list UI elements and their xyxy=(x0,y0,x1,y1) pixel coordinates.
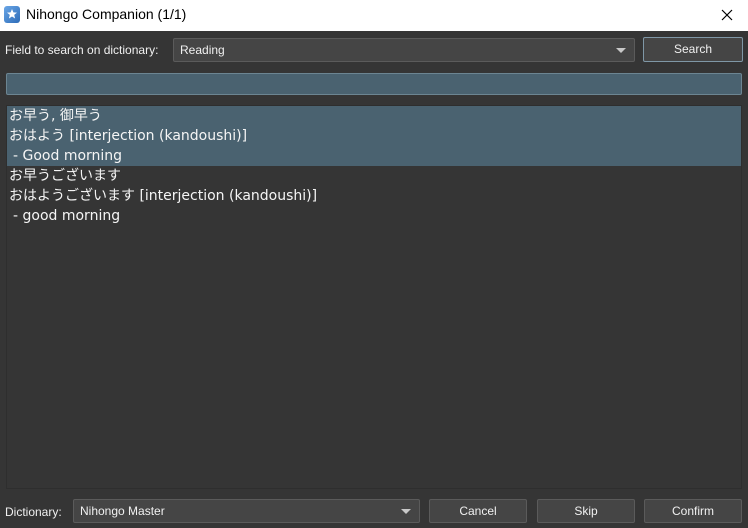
close-button[interactable] xyxy=(706,0,748,31)
search-input[interactable] xyxy=(6,73,742,95)
list-item[interactable]: お早うございますおはようございます [interjection (kandous… xyxy=(7,166,741,226)
window-title: Nihongo Companion (1/1) xyxy=(26,6,187,22)
result-meaning: - Good morning xyxy=(13,148,123,164)
result-kanji: お早う, 御早う xyxy=(9,108,102,124)
title-bar: Nihongo Companion (1/1) xyxy=(0,0,748,31)
chevron-down-icon xyxy=(401,509,411,514)
result-reading: おはようございます [interjection (kandoushi)] xyxy=(9,188,318,204)
app-icon xyxy=(4,6,20,23)
cancel-button[interactable]: Cancel xyxy=(429,499,527,523)
results-list[interactable]: お早う, 御早う おはよう [interjection (kandoushi)] … xyxy=(6,105,742,489)
result-reading: おはよう [interjection (kandoushi)] xyxy=(9,128,248,144)
search-button[interactable]: Search xyxy=(643,37,743,62)
field-label: Field to search on dictionary: xyxy=(5,43,159,57)
field-select-value: Reading xyxy=(180,43,225,57)
chevron-down-icon xyxy=(616,48,626,53)
field-select[interactable]: Reading xyxy=(173,38,635,62)
close-icon xyxy=(721,9,733,21)
list-item[interactable]: お早う, 御早う おはよう [interjection (kandoushi)] … xyxy=(7,106,741,166)
result-kanji: お早うございます xyxy=(9,168,121,184)
result-meaning: - good morning xyxy=(13,208,121,224)
confirm-button[interactable]: Confirm xyxy=(644,499,742,523)
dictionary-select-value: Nihongo Master xyxy=(80,504,165,518)
dictionary-select[interactable]: Nihongo Master xyxy=(73,499,420,523)
dictionary-label: Dictionary: xyxy=(5,505,62,519)
skip-button[interactable]: Skip xyxy=(537,499,635,523)
